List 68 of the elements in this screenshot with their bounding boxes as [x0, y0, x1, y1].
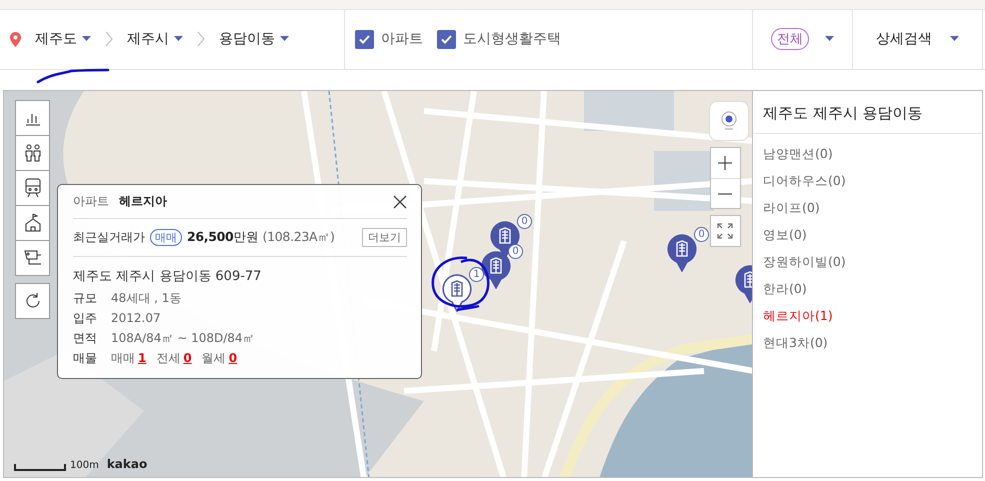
cctv-icon: [22, 249, 42, 267]
chevron-right-icon: [197, 31, 205, 48]
close-button[interactable]: [393, 194, 407, 208]
plus-icon: [717, 155, 733, 171]
scale-bar: [14, 464, 66, 471]
apartment-list-item[interactable]: 장원하이빌(0): [763, 252, 972, 271]
caret-icon: [82, 36, 91, 42]
type-checkbox[interactable]: 도시형생활주택: [437, 30, 561, 49]
close-icon: [393, 194, 407, 208]
apartment-list-item[interactable]: 라이프(0): [763, 198, 972, 217]
refresh-icon: [24, 292, 42, 310]
train-icon: [24, 178, 42, 198]
property-type: 아파트: [73, 193, 109, 210]
map-layer-button[interactable]: [15, 170, 50, 206]
apartment-list-item[interactable]: 헤르지아(1): [763, 306, 972, 325]
recent-price-label: 최근실거래가: [73, 229, 145, 246]
check-icon: [441, 34, 452, 44]
checkbox[interactable]: [355, 30, 374, 49]
check-icon: [359, 34, 370, 44]
address-text: 제주도 제주시 용담이동 609-77: [73, 268, 262, 285]
detail-search-dropdown[interactable]: 상세검색: [876, 30, 959, 48]
map-brand: kakao: [106, 457, 148, 471]
apartment-list-item[interactable]: 영보(0): [763, 225, 972, 244]
listings-label: 매물: [73, 350, 97, 367]
location-target-icon: [721, 110, 737, 132]
listing-count-link[interactable]: 1: [138, 348, 146, 368]
location-pin-icon: [10, 32, 21, 47]
listing-type: 전세: [156, 350, 180, 367]
apartment-list-item[interactable]: 디어하우스(0): [763, 171, 972, 190]
fact-value: 2012.07: [111, 310, 161, 327]
refresh-button[interactable]: [15, 283, 50, 319]
fact-label: 입주: [73, 310, 97, 327]
map-layer-button[interactable]: [15, 100, 50, 136]
caret-icon: [825, 36, 834, 42]
region-dropdown[interactable]: 용담이동: [219, 30, 289, 48]
fact-value: 48세대 , 1동: [111, 290, 182, 307]
apartment-list-item[interactable]: 남양맨션(0): [763, 144, 972, 163]
map-layer-button[interactable]: [15, 135, 50, 171]
chevron-right-icon: [105, 31, 113, 48]
listing-type: 월세: [202, 350, 226, 367]
people-icon: [22, 143, 42, 163]
type-checkbox[interactable]: 아파트: [355, 30, 423, 49]
fullscreen-icon: [717, 223, 733, 239]
listing-count-link[interactable]: 0: [183, 348, 192, 368]
scale-distance: 100m: [70, 460, 99, 471]
current-location-button[interactable]: [709, 101, 749, 141]
deal-type-badge: 매매: [150, 229, 182, 246]
listing-count-link[interactable]: 0: [228, 348, 238, 368]
checkbox[interactable]: [437, 30, 456, 49]
map-layer-button[interactable]: [15, 205, 50, 241]
apartment-list-item[interactable]: 한라(0): [763, 279, 972, 298]
fact-value: 108A/84㎡ ~ 108D/84㎡: [111, 330, 255, 347]
sidebar-title: 제주도 제주시 용담이동: [753, 91, 982, 134]
caret-icon: [950, 36, 959, 42]
caret-icon: [280, 36, 289, 42]
minus-icon: [717, 192, 733, 194]
caret-icon: [174, 36, 183, 42]
school-icon: [22, 213, 42, 233]
apartment-list-item[interactable]: 현대3차(0): [763, 333, 972, 352]
property-name: 헤르지아: [119, 193, 167, 210]
fact-label: 규모: [73, 290, 97, 307]
listing-type: 매매: [111, 350, 135, 367]
fact-label: 면적: [73, 330, 97, 347]
map-layer-button[interactable]: [15, 240, 50, 276]
price-value: 26,500만원 (108.23A㎡): [187, 229, 335, 246]
region-dropdown[interactable]: 제주도: [35, 30, 91, 48]
region-dropdown[interactable]: 제주시: [127, 30, 183, 48]
more-button[interactable]: 더보기: [362, 228, 407, 247]
